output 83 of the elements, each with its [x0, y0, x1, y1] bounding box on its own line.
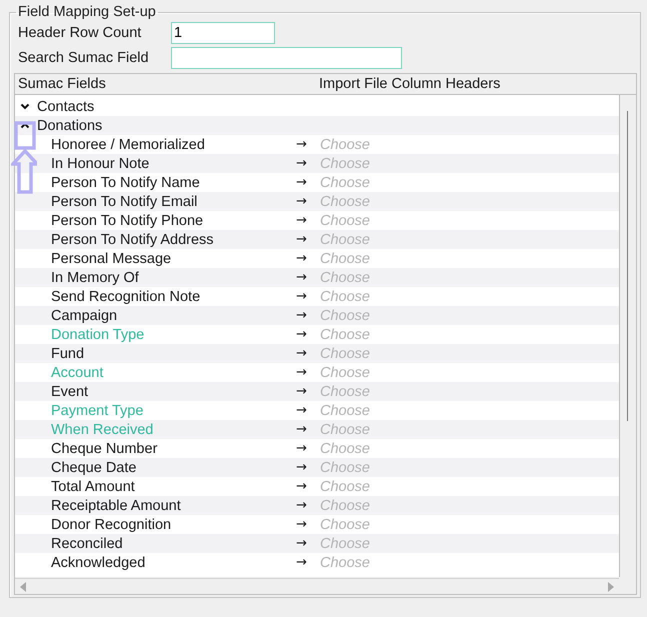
- scroll-right-icon[interactable]: [607, 582, 615, 592]
- mapping-arrow: →: [296, 289, 308, 304]
- choose-column-dropdown[interactable]: Choose: [320, 440, 370, 456]
- mapping-arrow: →: [296, 479, 308, 494]
- header-row-count-label: Header Row Count: [17, 25, 142, 41]
- choose-column-dropdown[interactable]: Choose: [320, 194, 370, 210]
- mapping-arrow: →: [296, 555, 308, 570]
- panel-title: Field Mapping Set-up: [17, 4, 157, 20]
- mapping-arrow: →: [296, 422, 308, 437]
- field-name: Donation Type: [50, 326, 146, 342]
- choose-column-dropdown[interactable]: Choose: [320, 498, 370, 514]
- choose-column-dropdown[interactable]: Choose: [320, 156, 370, 172]
- mapping-arrow: →: [296, 251, 308, 266]
- field-name: Total Amount: [50, 478, 136, 494]
- choose-column-dropdown[interactable]: Choose: [320, 384, 370, 400]
- choose-column-dropdown[interactable]: Choose: [320, 326, 370, 342]
- field-name: Person To Notify Phone: [50, 212, 204, 228]
- field-name: In Memory Of: [50, 270, 140, 286]
- choose-column-dropdown[interactable]: Choose: [320, 250, 370, 266]
- mapping-arrow: →: [296, 460, 308, 475]
- choose-column-dropdown[interactable]: Choose: [320, 422, 370, 438]
- mapping-arrow: →: [296, 327, 308, 342]
- field-name: Send Recognition Note: [50, 288, 202, 304]
- choose-column-dropdown[interactable]: Choose: [320, 308, 370, 324]
- mapping-arrow: →: [296, 213, 308, 228]
- mapping-arrow: →: [296, 365, 308, 380]
- field-name: Cheque Number: [50, 440, 158, 456]
- mapping-arrow: →: [296, 517, 308, 532]
- choose-column-dropdown[interactable]: Choose: [320, 270, 370, 286]
- field-name: Reconciled: [50, 536, 124, 552]
- chevron-icon: [20, 122, 30, 129]
- mapping-arrow: →: [296, 498, 308, 513]
- choose-column-dropdown[interactable]: Choose: [320, 364, 370, 380]
- mapping-arrow: →: [296, 346, 308, 361]
- mapping-arrow: →: [296, 441, 308, 456]
- field-name: Person To Notify Address: [50, 232, 215, 248]
- field-name: Acknowledged: [50, 554, 146, 570]
- mapping-arrow: →: [296, 308, 308, 323]
- chevron-icon: [20, 103, 30, 110]
- choose-column-dropdown[interactable]: Choose: [320, 136, 370, 152]
- column-header: Sumac Fields: [17, 76, 107, 92]
- choose-column-dropdown[interactable]: Choose: [320, 174, 370, 190]
- field-name: Fund: [50, 346, 86, 362]
- choose-column-dropdown[interactable]: Choose: [320, 288, 370, 304]
- choose-column-dropdown[interactable]: Choose: [320, 478, 370, 494]
- choose-column-dropdown[interactable]: Choose: [320, 346, 370, 362]
- choose-column-dropdown[interactable]: Choose: [320, 212, 370, 228]
- field-name: Honoree / Memorialized: [50, 136, 206, 152]
- field-name: Payment Type: [50, 402, 144, 418]
- mapping-arrow: →: [296, 536, 308, 551]
- horizontal-scrollbar[interactable]: [15, 578, 619, 594]
- mapping-arrow: →: [296, 175, 308, 190]
- choose-column-dropdown[interactable]: Choose: [320, 536, 370, 552]
- choose-column-dropdown[interactable]: Choose: [320, 232, 370, 248]
- search-field-label: Search Sumac Field: [17, 50, 150, 66]
- choose-column-dropdown[interactable]: Choose: [320, 516, 370, 532]
- field-name: Campaign: [50, 308, 118, 324]
- choose-column-dropdown[interactable]: Choose: [320, 402, 370, 418]
- mapping-arrow: →: [296, 137, 308, 152]
- field-name: Person To Notify Email: [50, 194, 198, 210]
- mapping-arrow: →: [296, 384, 308, 399]
- mapping-arrow: →: [296, 194, 308, 209]
- field-name: Account: [50, 364, 104, 380]
- field-name: In Honour Note: [50, 156, 150, 172]
- mapping-arrow: →: [296, 403, 308, 418]
- mapping-arrow: →: [296, 270, 308, 285]
- field-name: Receiptable Amount: [50, 498, 182, 514]
- choose-column-dropdown[interactable]: Choose: [320, 554, 370, 570]
- field-name: Cheque Date: [50, 460, 138, 476]
- choose-column-dropdown[interactable]: Choose: [320, 460, 370, 476]
- field-name: Personal Message: [50, 250, 172, 266]
- scroll-left-icon[interactable]: [19, 582, 27, 592]
- field-name: Person To Notify Name: [50, 174, 201, 190]
- field-name: Donor Recognition: [50, 516, 172, 532]
- group-label[interactable]: Contacts: [37, 98, 94, 114]
- field-name: Event: [50, 384, 90, 400]
- group-label[interactable]: Donations: [37, 118, 102, 134]
- mapping-arrow: →: [296, 156, 308, 171]
- search-field[interactable]: [171, 47, 402, 69]
- column-header: Import File Column Headers: [319, 76, 500, 92]
- field-name: When Received: [50, 422, 154, 438]
- mapping-arrow: →: [296, 232, 308, 247]
- header-row-count-field[interactable]: 1: [171, 22, 275, 44]
